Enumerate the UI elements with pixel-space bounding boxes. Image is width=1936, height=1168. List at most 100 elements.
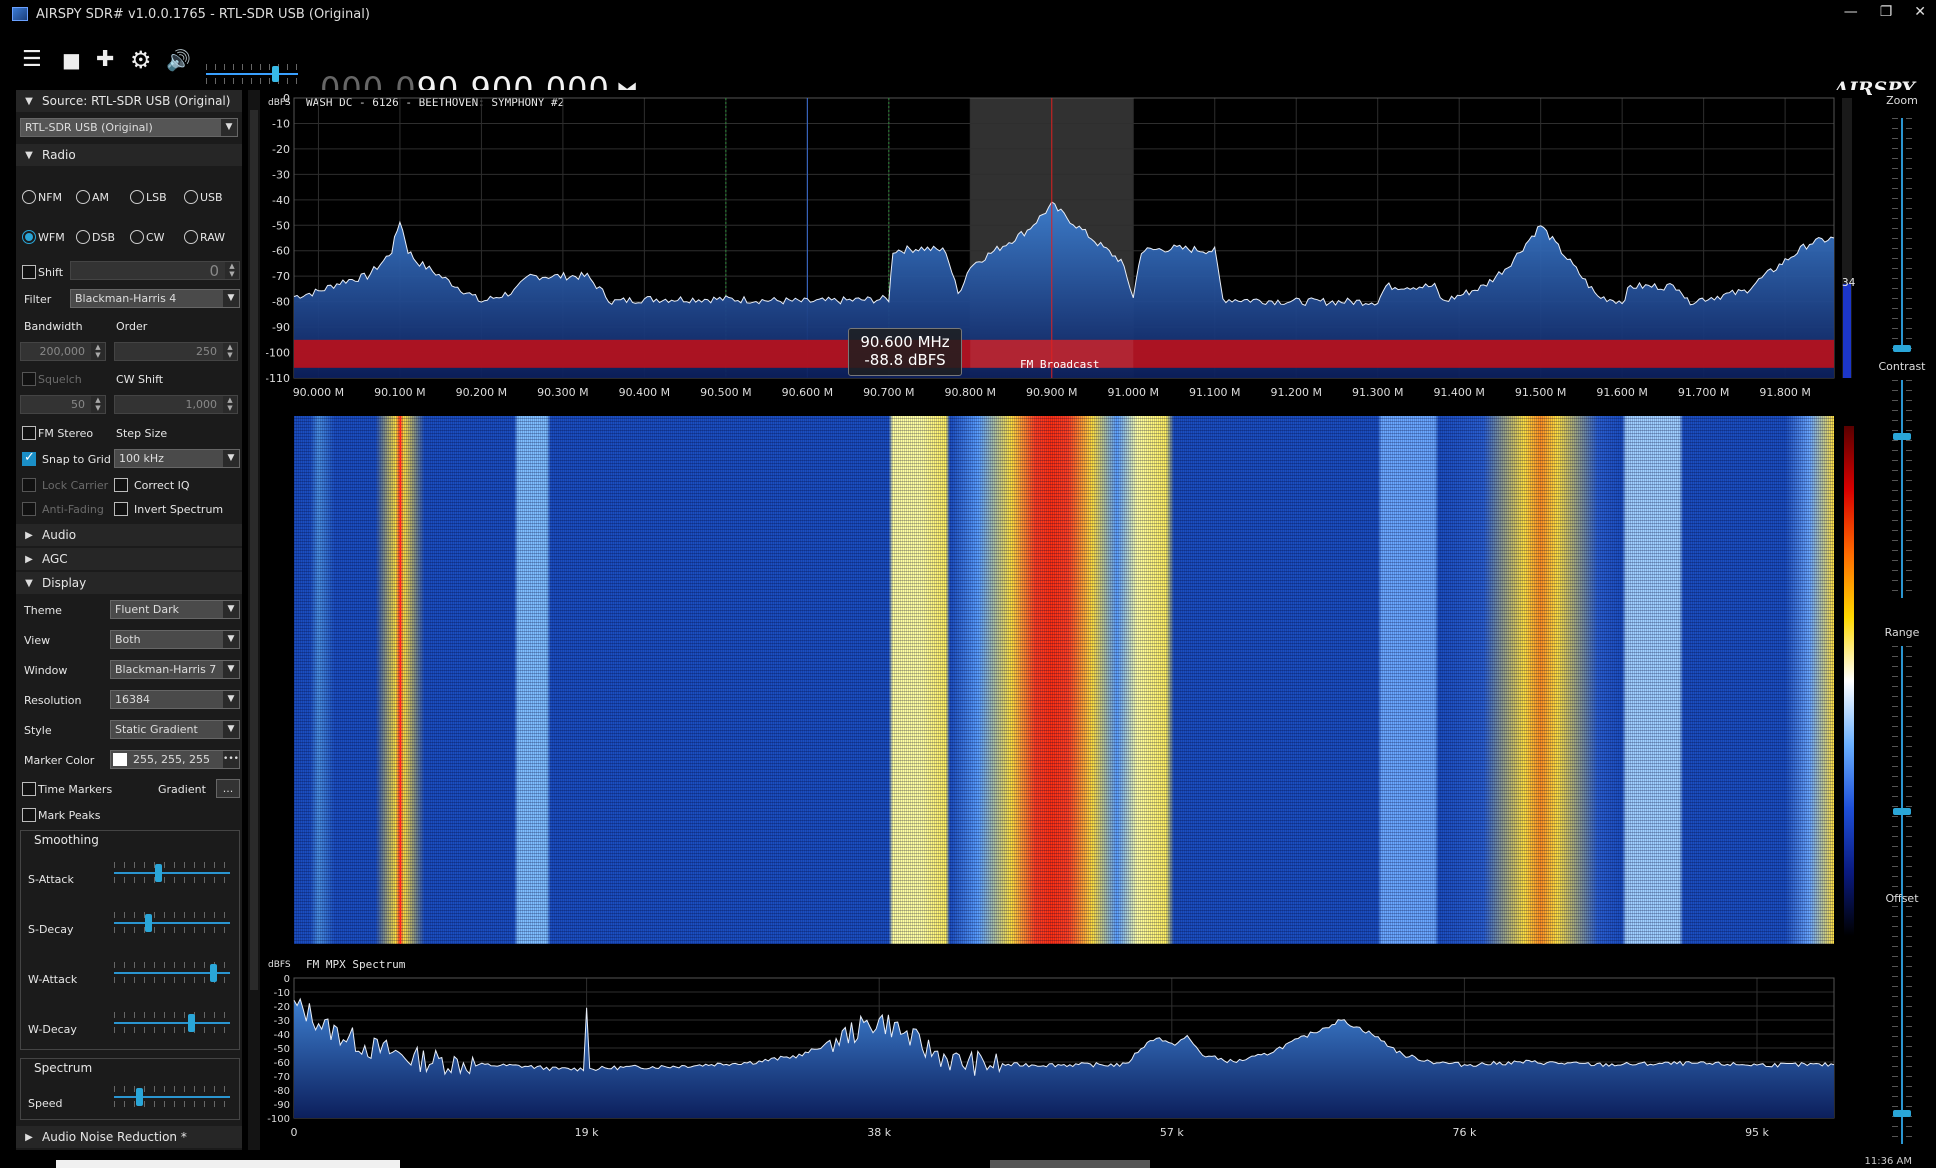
spectrum-x-tick-label: 90.000 M [293,386,344,399]
taskbar-strip: 11:36 AM [0,1150,1936,1168]
mode-radio-usb[interactable] [184,190,198,204]
w-attack-slider[interactable] [114,960,230,984]
contrast-slider[interactable] [1890,380,1914,598]
panel-scrollbar[interactable] [248,90,260,1150]
speaker-icon[interactable]: 🔊 [166,48,191,72]
spectrum-y-tick-label: 0 [283,92,290,105]
mode-radio-am[interactable] [76,190,90,204]
chevron-down-icon: ▼ [223,661,239,678]
step-size-label: Step Size [116,427,168,440]
w-decay-slider[interactable] [114,1010,230,1034]
mark-peaks-checkbox[interactable] [22,808,36,822]
mode-radio-lsb[interactable] [130,190,144,204]
bandwidth-input[interactable]: 200,000 ▲ ▼ [20,342,106,361]
minimize-button[interactable]: — [1844,4,1858,20]
mode-radio-raw[interactable] [184,230,198,244]
mode-label-lsb: LSB [146,191,167,204]
offset-label: Offset [1885,892,1919,905]
marker-color-field[interactable]: 255, 255, 255 ••• [110,750,240,769]
mode-radio-dsb[interactable] [76,230,90,244]
snap-to-grid-checkbox[interactable] [22,450,36,466]
spectrum-x-tick-label: 90.300 M [537,386,588,399]
mpx-spectrum[interactable]: dBFS FM MPX Spectrum 0 -10 -20 -30 -40 -50 -60… [266,950,1866,1150]
window-title: AIRSPY SDR# v1.0.0.1765 - RTL-SDR USB (O… [36,6,370,22]
anti-fading-checkbox[interactable] [22,502,36,516]
mode-label-wfm: WFM [38,231,65,244]
close-button[interactable]: ✕ [1914,4,1926,20]
taskbar-item[interactable] [56,1160,400,1168]
display-section-header[interactable]: ▼ Display [16,572,242,594]
view-select[interactable]: Both ▼ [110,630,240,649]
gradient-button[interactable]: ... [216,779,240,798]
cw-shift-label: CW Shift [116,373,164,386]
display-controls: Zoom Contrast Range Offset [1872,90,1932,1150]
chevron-down-icon: ▼ [223,601,239,618]
w-attack-label: W-Attack [28,973,78,986]
source-section-header[interactable]: ▼ Source: RTL-SDR USB (Original) [16,90,242,112]
mode-label-nfm: NFM [38,191,63,204]
mode-radio-wfm[interactable] [22,230,36,244]
taskbar-item[interactable] [990,1160,1150,1168]
contrast-label: Contrast [1878,360,1926,373]
spectrum-analyzer[interactable]: dBFS WASH DC - 6126 - BEETHOVEN: SYMPHON… [266,90,1866,416]
w-decay-label: W-Decay [28,1023,77,1036]
anti-fading-label: Anti-Fading [42,503,104,516]
lock-carrier-checkbox[interactable] [22,478,36,492]
mpx-y-tick-label: -50 [274,1044,290,1055]
spectrum-x-tick-label: 91.800 M [1759,386,1810,399]
mpx-y-tick-label: -70 [274,1072,290,1083]
style-select[interactable]: Static Gradient ▼ [110,720,240,739]
mode-radio-cw[interactable] [130,230,144,244]
spectrum-y-tick-label: -30 [272,168,290,181]
offset-slider[interactable] [1890,916,1914,1144]
restore-button[interactable]: ❐ [1880,4,1893,20]
collapse-icon: ▼ [25,95,33,107]
gear-icon[interactable]: ⚙ [130,48,152,72]
cw-shift-input[interactable]: 1,000 ▲ ▼ [114,395,238,414]
menu-icon[interactable]: ☰ [22,48,42,72]
resolution-select[interactable]: 16384 ▼ [110,690,240,709]
chevron-down-icon: ▼ [221,119,237,136]
shift-checkbox[interactable] [22,265,36,279]
shift-input[interactable]: 0 ▲ ▼ [70,261,240,280]
expand-icon: ▶ [25,1131,33,1143]
audio-section-header[interactable]: ▶ Audio [16,524,242,546]
mpx-plot[interactable]: 0-10-20-30-40-50-60-70-80-90-1000 19 k 38 … [266,950,1866,1150]
window-select[interactable]: Blackman-Harris 7 ▼ [110,660,240,679]
s-decay-slider[interactable] [114,910,230,934]
spectrum-y-tick-label: -60 [272,245,290,258]
order-input[interactable]: 250 ▲ ▼ [114,342,238,361]
mode-radio-nfm[interactable] [22,190,36,204]
agc-section-header[interactable]: ▶ AGC [16,548,242,570]
audio-noise-reduction-header[interactable]: ▶ Audio Noise Reduction * [16,1126,242,1148]
time-markers-checkbox[interactable] [22,782,36,796]
chevron-down-icon: ▼ [223,721,239,738]
stop-icon[interactable]: ■ [62,48,81,72]
squelch-input[interactable]: 50 ▲ ▼ [20,395,106,414]
s-attack-label: S-Attack [28,873,74,886]
add-icon[interactable]: ✚ [96,48,114,72]
filter-select[interactable]: Blackman-Harris 4 ▼ [70,289,240,308]
spectrum-x-tick-label: 91.700 M [1678,386,1729,399]
source-device-select[interactable]: RTL-SDR USB (Original) ▼ [20,118,238,137]
marker-color-label: Marker Color [24,754,95,767]
invert-spectrum-checkbox[interactable] [114,502,128,516]
control-panel: ▼ Source: RTL-SDR USB (Original) RTL-SDR… [16,90,242,1150]
correct-iq-checkbox[interactable] [114,478,128,492]
step-size-select[interactable]: 100 kHz ▼ [114,449,240,468]
fm-stereo-checkbox[interactable] [22,426,36,440]
clock: 11:36 AM [1864,1156,1912,1167]
zoom-slider[interactable] [1890,118,1914,352]
volume-slider[interactable] [206,64,298,84]
spectrum-x-tick-label: 91.200 M [1270,386,1321,399]
s-attack-slider[interactable] [114,860,230,884]
waterfall-display[interactable] [266,416,1866,950]
spectrum-y-tick-label: -110 [266,372,290,385]
theme-select[interactable]: Fluent Dark ▼ [110,600,240,619]
squelch-label: Squelch [38,373,82,386]
radio-section-header[interactable]: ▼ Radio [16,144,242,166]
speed-slider[interactable] [114,1084,230,1108]
invert-spectrum-label: Invert Spectrum [134,503,224,516]
squelch-checkbox[interactable] [22,372,36,386]
waterfall-plot[interactable] [294,416,1834,944]
